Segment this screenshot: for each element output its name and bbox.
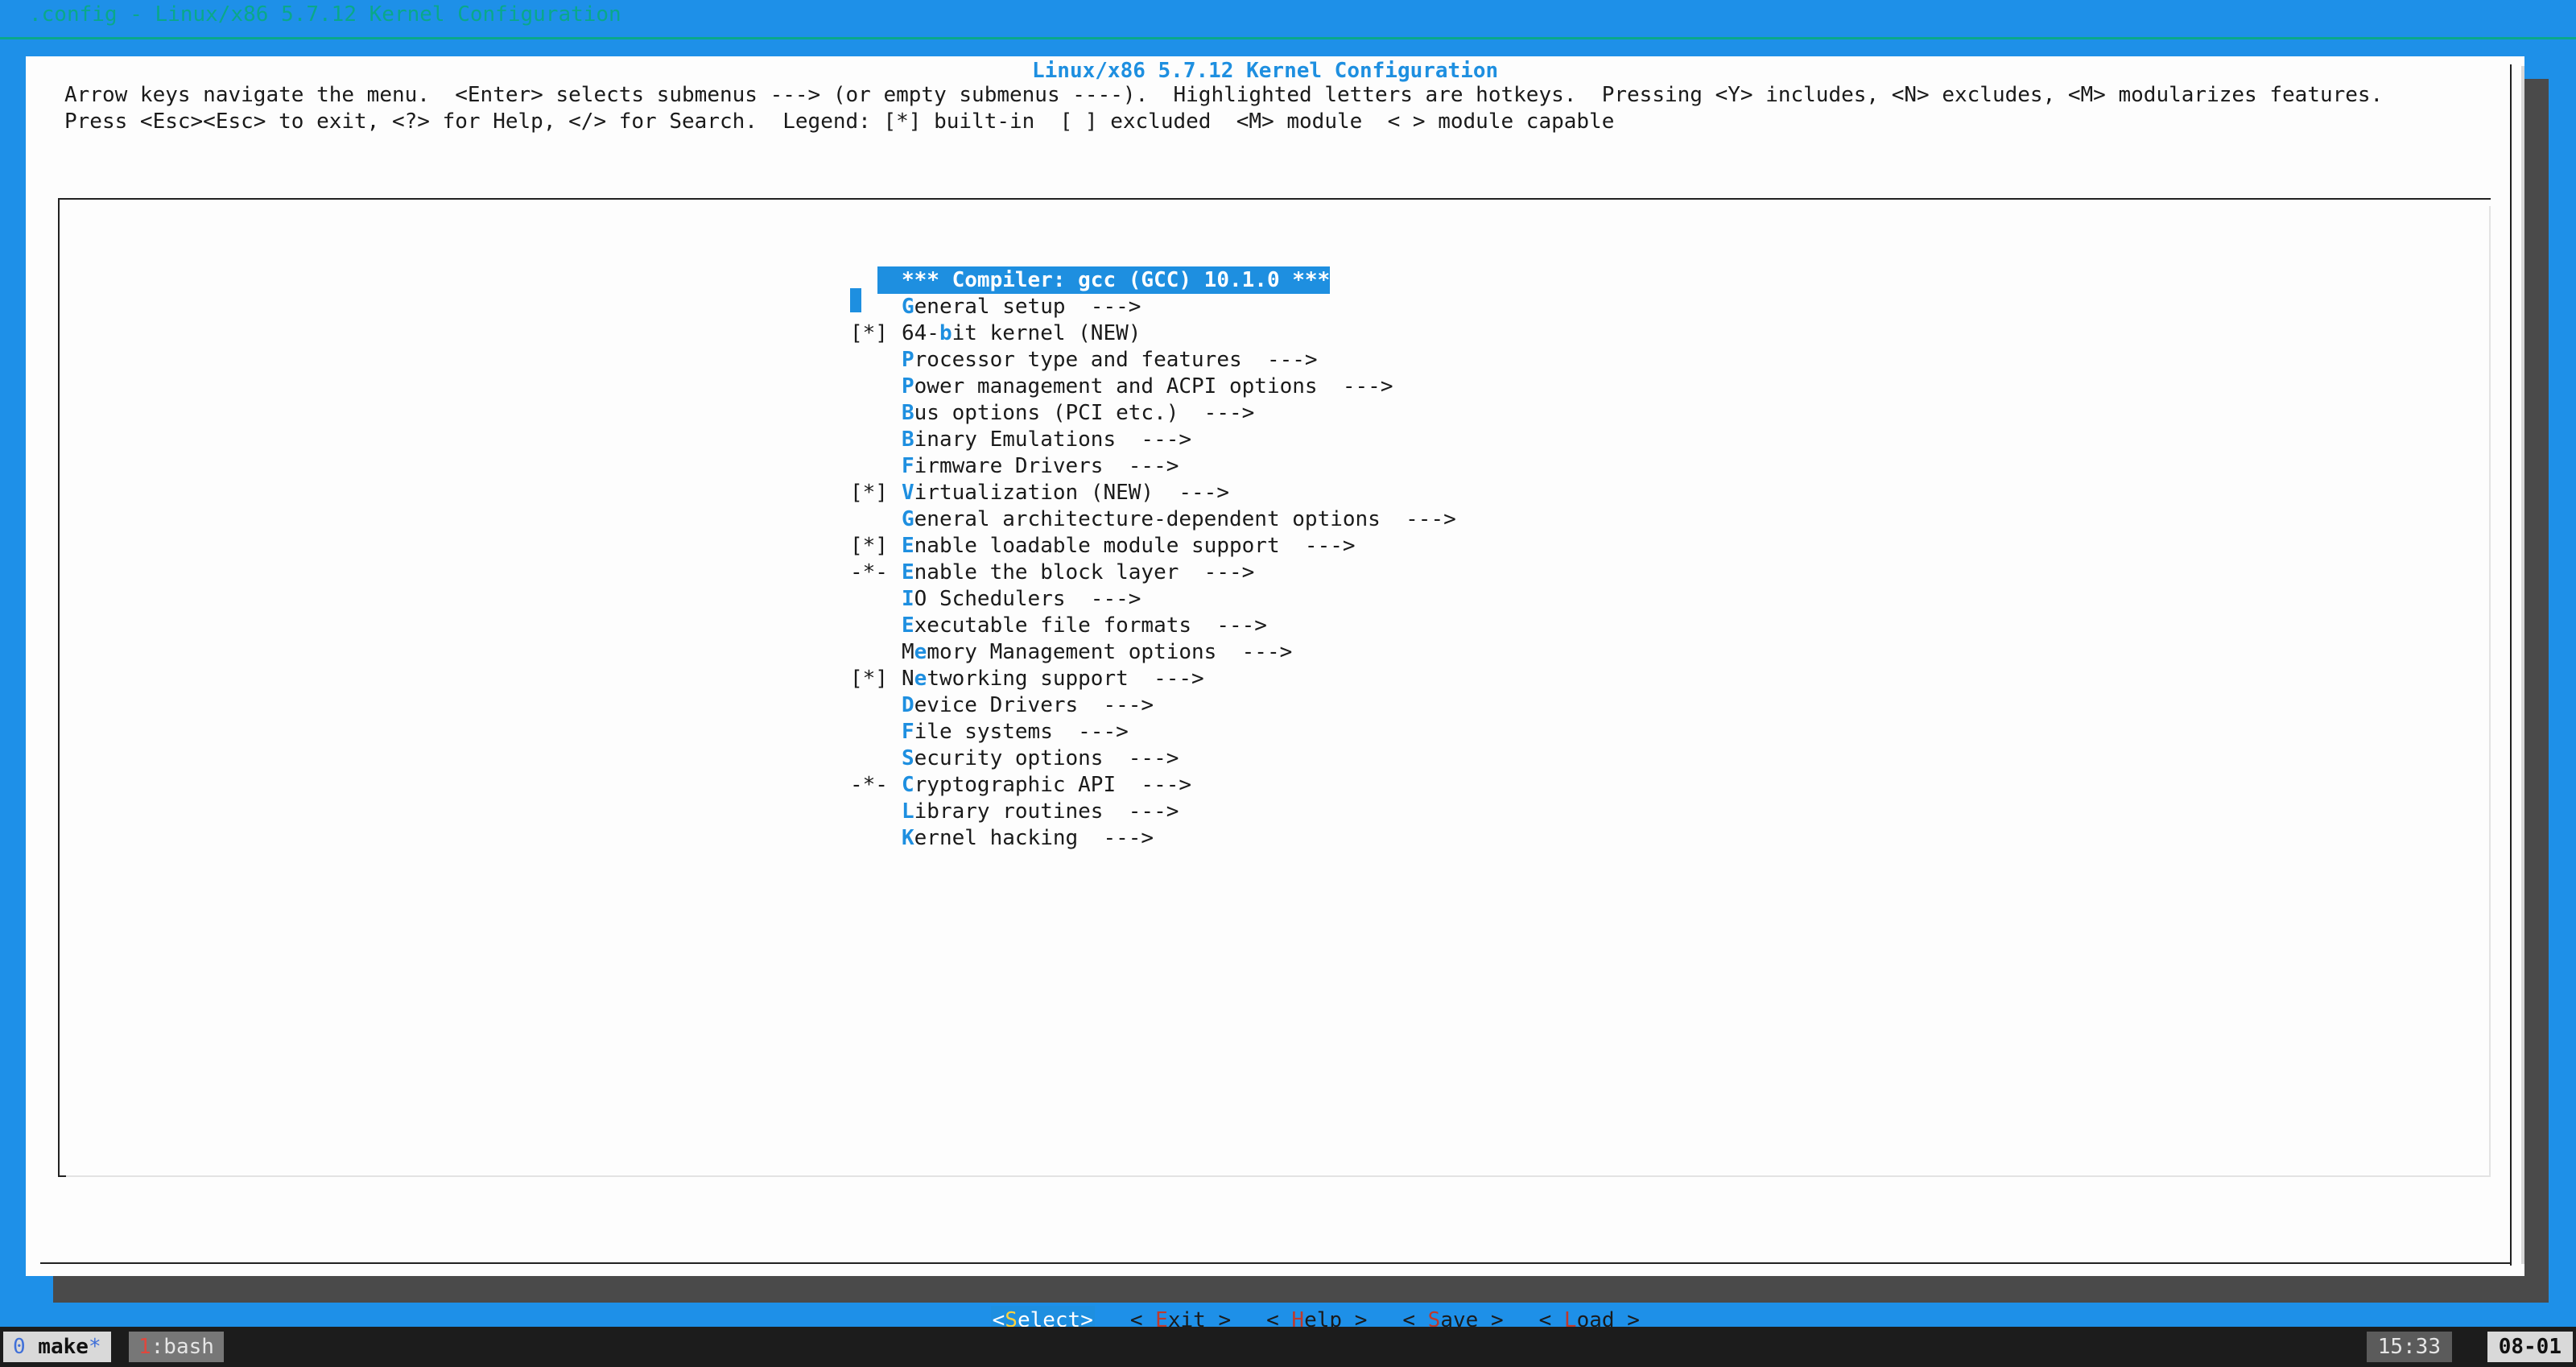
menu-item[interactable]: [*] Enable loadable module support ---> [850,533,1456,560]
menu-item[interactable]: IO Schedulers ---> [850,586,1456,613]
menu-item-label: General setup ---> [902,295,1141,319]
menu-item[interactable]: Library routines ---> [850,799,1456,825]
menu-item[interactable]: General architecture-dependent options -… [850,506,1456,533]
menu-item-hotkey: F [902,454,914,478]
menu-item-hotkey: B [902,401,914,425]
help-text-line-1: Arrow keys navigate the menu. <Enter> se… [64,83,2384,107]
menu-item[interactable]: Memory Management options ---> [850,639,1456,666]
menu-box-border-right [2489,206,2491,1177]
menu-item-hotkey: S [902,746,914,770]
menu-item-hotkey: G [902,295,914,319]
menu-item-label: Bus options (PCI etc.) ---> [902,401,1255,425]
menu-item-hotkey: C [902,773,914,797]
menu-item-state: [*] [850,481,888,505]
menu-item-label: Networking support ---> [902,667,1204,691]
menu-item-hotkey: I [902,587,914,611]
menu-item-label: File systems ---> [902,720,1129,744]
dialog-title: Linux/x86 5.7.12 Kernel Configuration [1032,59,1499,83]
menu-item-label: Enable loadable module support ---> [902,534,1356,558]
menu-item-label: General architecture-dependent options -… [902,507,1456,531]
menu-item[interactable]: Device Drivers ---> [850,692,1456,719]
terminal-title: .config - Linux/x86 5.7.12 Kernel Config… [29,2,621,27]
menu-box-border-bottom [60,1175,2491,1177]
menu-item-label: Cryptographic API ---> [902,773,1192,797]
menu-item[interactable]: Bus options (PCI etc.) ---> [850,400,1456,427]
menu-item-label: Executable file formats ---> [902,613,1267,638]
menu-item[interactable]: Kernel hacking ---> [850,825,1456,852]
menu-item[interactable]: [*] Virtualization (NEW) ---> [850,480,1456,506]
menu-item-label: Power management and ACPI options ---> [902,374,1393,399]
menu-item-label: Enable the block layer ---> [902,560,1255,584]
menu-item-hotkey: V [902,481,914,505]
menu-item-hotkey: E [902,613,914,638]
menu-item[interactable]: [*] 64-bit kernel (NEW) [850,320,1456,347]
menu-item-label: 64-bit kernel (NEW) [902,321,1141,345]
menu-item-hotkey: P [902,374,914,399]
menu-item-hotkey: D [902,693,914,717]
dialog-frame-bottom [40,1262,2512,1264]
menu-item-label: Security options ---> [902,746,1179,770]
menu-item[interactable]: Power management and ACPI options ---> [850,374,1456,400]
menu-item-hotkey: E [902,560,914,584]
menu-item-hotkey: K [902,826,914,850]
menu-item-hotkey: B [902,427,914,452]
menu-box-border-top [58,198,2491,200]
menu-box-border-left [58,198,60,1177]
menu-item-label: Firmware Drivers ---> [902,454,1179,478]
menu-item[interactable]: [*] Networking support ---> [850,666,1456,692]
help-text-line-2: Press <Esc><Esc> to exit, <?> for Help, … [64,109,1615,134]
menu-item-hotkey: F [902,720,914,744]
menu-item[interactable]: Firmware Drivers ---> [850,453,1456,480]
menu-item[interactable]: Binary Emulations ---> [850,427,1456,453]
menu-item-label: Processor type and features ---> [902,348,1318,372]
menu-item-label: Memory Management options ---> [902,640,1293,664]
menu-item-state: -*- [850,560,888,584]
menu-item-hotkey: L [902,799,914,824]
dialog-frame-right [2510,64,2512,1266]
button-bar: <Select> < Exit > < Help > < Save > < Load > [940,1277,1675,1335]
menu-item[interactable]: Executable file formats ---> [850,613,1456,639]
menu-item[interactable]: Processor type and features ---> [850,347,1456,374]
tmux-window-make[interactable]: 0 make* [3,1332,111,1362]
menu-list: *** Compiler: gcc (GCC) 10.1.0 *** Genera… [850,266,1456,852]
menu-item-state: [*] [850,321,888,345]
menu-item-hotkey: P [902,348,914,372]
menu-item-label: Device Drivers ---> [902,693,1154,717]
menu-item[interactable]: *** Compiler: gcc (GCC) 10.1.0 *** [850,266,1456,312]
menu-item[interactable]: Security options ---> [850,745,1456,772]
menu-item[interactable]: File systems ---> [850,719,1456,745]
status-date: 08-01 [2487,1332,2573,1362]
menu-item-hotkey: E [902,534,914,558]
status-time: 15:33 [2366,1332,2452,1362]
menu-item-label: Virtualization (NEW) ---> [902,481,1229,505]
menu-item[interactable]: -*- Cryptographic API ---> [850,772,1456,799]
tmux-window-bash[interactable]: 1:bash [129,1332,224,1362]
menu-item-state: -*- [850,773,888,797]
menu-item-state: [*] [850,534,888,558]
menu-item-hotkey: b [939,321,952,345]
menu-item[interactable]: -*- Enable the block layer ---> [850,560,1456,586]
menu-item-label: *** Compiler: gcc (GCC) 10.1.0 *** [877,266,1331,294]
tmux-status-bar: 0 make* 1:bash 15:33 08-01 [0,1327,2576,1367]
menu-item-label: Library routines ---> [902,799,1179,824]
menu-item-hotkey: G [902,507,914,531]
menu-item-label: Kernel hacking ---> [902,826,1154,850]
menu-item-hotkey: e [914,640,927,664]
terminal-title-rule [0,37,2576,39]
menu-item[interactable]: General setup ---> [850,294,1456,320]
menu-box-corner [58,1175,66,1177]
menu-item-hotkey: e [914,667,927,691]
menu-item-label: Binary Emulations ---> [902,427,1192,452]
menu-item-label: IO Schedulers ---> [902,587,1141,611]
kernel-config-dialog: Linux/x86 5.7.12 Kernel Configuration Ar… [26,56,2524,1335]
dialog-frame-right-shadow [2521,66,2524,1264]
menu-item-state: [*] [850,667,888,691]
